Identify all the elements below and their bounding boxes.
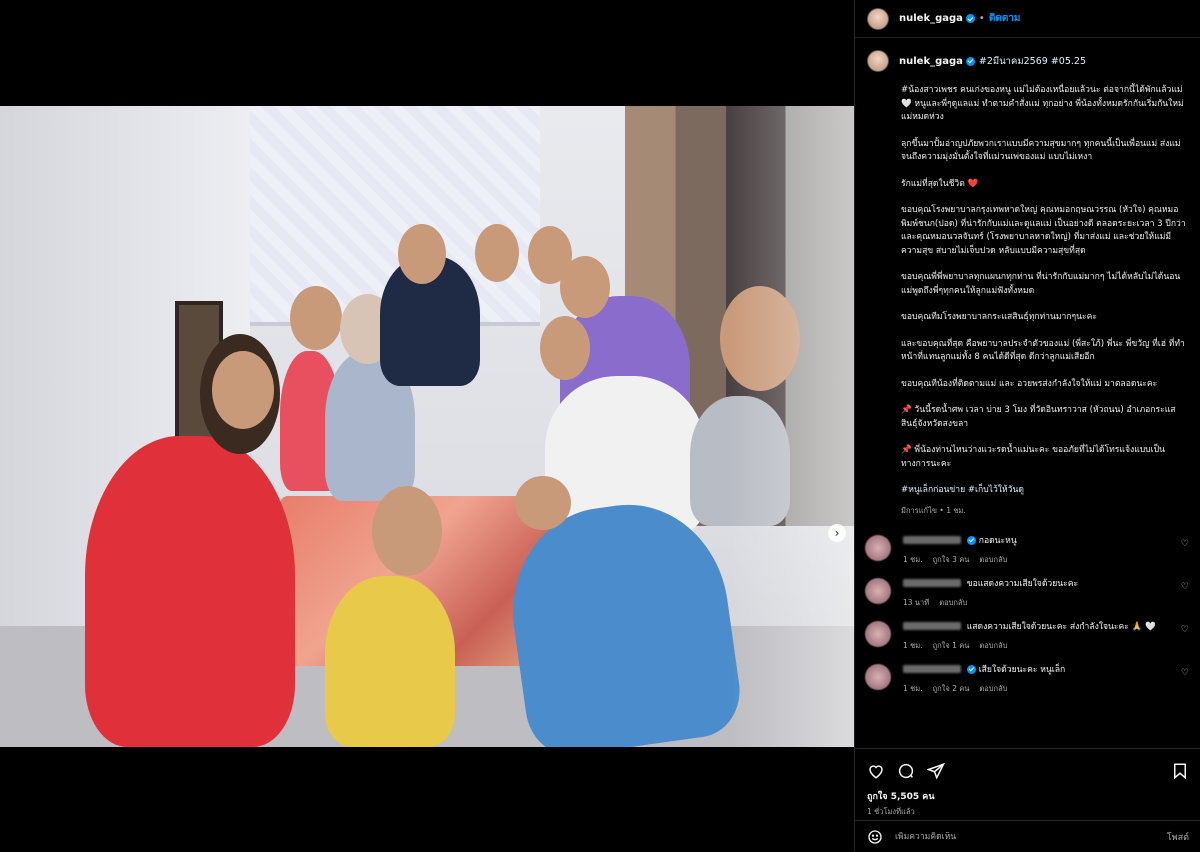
- comment-username-blurred[interactable]: [903, 622, 961, 630]
- person-face: [515, 476, 571, 530]
- verified-badge-icon: [965, 56, 975, 66]
- post-actions: ถูกใจ 5,505 คน 1 ชั่วโมงที่แล้ว: [855, 748, 1200, 826]
- comment-likes[interactable]: ถูกใจ 2 คน: [933, 684, 970, 693]
- verified-badge-icon: [967, 535, 976, 545]
- person-face: [398, 224, 446, 284]
- comment-item: ขอแสดงความเสียใจด้วยนะคะ 13 นาที ตอบกลับ …: [855, 572, 1200, 615]
- post-header: nulek_gaga • ติดตาม: [855, 0, 1200, 38]
- username[interactable]: nulek_gaga: [899, 13, 963, 24]
- reply-button[interactable]: ตอบกลับ: [979, 555, 1007, 564]
- share-icon[interactable]: [927, 762, 945, 780]
- comment-text: แสดงความเสียใจด้วยนะคะ ส่งกำลังใจนะคะ 🙏 …: [966, 621, 1156, 632]
- comment-time: 13 นาที: [903, 597, 930, 607]
- caption-header: nulek_gaga #2มีนาคม2569 #05.25: [855, 44, 1200, 78]
- caption-paragraph: ขอบคุณทีมโรงพยาบาลกระแสสินธุ์ทุกท่านมากๆ…: [901, 312, 1098, 322]
- heart-icon[interactable]: ♡: [1181, 625, 1189, 635]
- comment-text: เสียใจด้วยนะคะ หนูเล็ก: [978, 664, 1066, 675]
- caption-paragraph: ขอบคุณพี่พี่พยาบาลทุกแผนกทุกท่าน ที่น่าร…: [901, 272, 1181, 296]
- post-time-ago: 1 ชั่วโมงที่แล้ว: [867, 807, 915, 816]
- comment-list: กอดนะหนู 1 ชม. ถูกใจ 3 คน ตอบกลับ ♡ ขอแสดง…: [855, 517, 1200, 701]
- comment-time: 1 ชม.: [903, 683, 923, 693]
- avatar[interactable]: [865, 577, 891, 604]
- caption-paragraph: 📌 พี่น้องท่านไหนว่างแวะรดน้ำแม่นะคะ ขออภ…: [901, 445, 1165, 469]
- avatar[interactable]: [867, 7, 889, 30]
- action-icons: [867, 757, 1189, 785]
- comment-item: แสดงความเสียใจด้วยนะคะ ส่งกำลังใจนะคะ 🙏 …: [855, 615, 1200, 658]
- comment-likes[interactable]: ถูกใจ 1 คน: [933, 641, 970, 650]
- person-red-dress: [85, 436, 295, 747]
- reply-button[interactable]: ตอบกลับ: [979, 641, 1007, 650]
- person-face: [475, 224, 519, 282]
- avatar[interactable]: [865, 663, 891, 690]
- comment-input-bar: โพสต์: [855, 820, 1200, 852]
- comment-icon[interactable]: [897, 762, 915, 780]
- caption-edited-meta: มีการแก้ไข • 1 ชม.: [901, 505, 966, 515]
- comment-text: ขอแสดงความเสียใจด้วยนะคะ: [966, 578, 1079, 589]
- caption-paragraph: รักแม่ที่สุดในชีวิต ❤️: [901, 178, 979, 189]
- emoji-icon[interactable]: [867, 829, 883, 845]
- likes-count[interactable]: ถูกใจ 5,505 คน: [867, 789, 1189, 803]
- comment-username-blurred[interactable]: [903, 579, 961, 587]
- comment-time: 1 ชม.: [903, 640, 923, 650]
- caption-paragraph: ขอบคุณทีน้องที่ติดตามแม่ และ อวยพรส่งกำล…: [901, 378, 1158, 389]
- caption-paragraph: #น้องสาวเพชร คนเก่งของหนู แม่ไม่ต้องเหนื…: [901, 85, 1184, 122]
- caption-paragraph: และขอบคุณที่สุด คือพยาบาลประจำตัวของแม่ …: [901, 338, 1185, 363]
- caption-hashtags[interactable]: #หนูเล็กก่อนข่าย #เก็บไว้ให้วันดู: [901, 484, 1187, 498]
- avatar[interactable]: [865, 534, 891, 561]
- separator-dot: •: [978, 13, 985, 24]
- photo-glare: [730, 106, 854, 747]
- post-comment-button[interactable]: โพสต์: [1167, 830, 1189, 844]
- verified-badge-icon: [967, 664, 976, 674]
- heart-icon[interactable]: ♡: [1181, 668, 1189, 678]
- heart-icon[interactable]: ♡: [1181, 539, 1189, 549]
- person-face: [540, 316, 590, 380]
- person-face: [290, 286, 342, 350]
- comment-text: กอดนะหนู: [978, 535, 1017, 546]
- person-face: [372, 486, 442, 576]
- person-face: [212, 351, 274, 429]
- comment-likes[interactable]: ถูกใจ 3 คน: [933, 555, 970, 564]
- heart-icon[interactable]: ♡: [1181, 582, 1189, 592]
- comment-time: 1 ชม.: [903, 554, 923, 564]
- comment-input[interactable]: [895, 831, 1167, 842]
- post-side-panel: nulek_gaga • ติดตาม nulek_gaga #2มีนาคม2…: [854, 0, 1200, 852]
- comment-item: กอดนะหนู 1 ชม. ถูกใจ 3 คน ตอบกลับ ♡: [855, 529, 1200, 572]
- chevron-right-icon[interactable]: ›: [828, 524, 846, 542]
- date-hashtag[interactable]: #2มีนาคม2569 #05.25: [979, 54, 1086, 69]
- post-media[interactable]: ›: [0, 0, 854, 852]
- follow-button[interactable]: ติดตาม: [989, 11, 1021, 26]
- reply-button[interactable]: ตอบกลับ: [939, 598, 967, 607]
- caption-username[interactable]: nulek_gaga: [899, 56, 963, 67]
- person-face: [560, 256, 610, 318]
- caption-body: #น้องสาวเพชร คนเก่งของหนู แม่ไม่ต้องเหนื…: [855, 78, 1200, 498]
- comment-username-blurred[interactable]: [903, 665, 961, 673]
- reply-button[interactable]: ตอบกลับ: [979, 684, 1007, 693]
- comment-username-blurred[interactable]: [903, 536, 961, 544]
- comment-item: เสียใจด้วยนะคะ หนูเล็ก 1 ชม. ถูกใจ 2 คน ตอ…: [855, 658, 1200, 701]
- avatar[interactable]: [867, 50, 889, 72]
- caption-paragraph: ขอบคุณโรงพยาบาลกรุงเทพหาดใหญ่ คุณหมอกฤษณ…: [901, 205, 1186, 256]
- caption-paragraph: ลุกขึ้นมาปั้มอ่าญปภัยพวกเราแบบมีความสุขม…: [901, 138, 1181, 163]
- verified-badge-icon: [965, 14, 975, 23]
- heart-icon[interactable]: [867, 762, 885, 780]
- avatar[interactable]: [865, 620, 891, 647]
- post-photo[interactable]: ›: [0, 106, 854, 747]
- caption-paragraph: 📌 วันนี้รดน้ำศพ เวลา บ่าย 3 โมง ที่วัดอิ…: [901, 405, 1176, 429]
- caption-scroll-area[interactable]: nulek_gaga #2มีนาคม2569 #05.25 #น้องสาวเ…: [855, 44, 1200, 749]
- person-yellow-shirt: [325, 576, 455, 747]
- bookmark-icon[interactable]: [1171, 762, 1189, 780]
